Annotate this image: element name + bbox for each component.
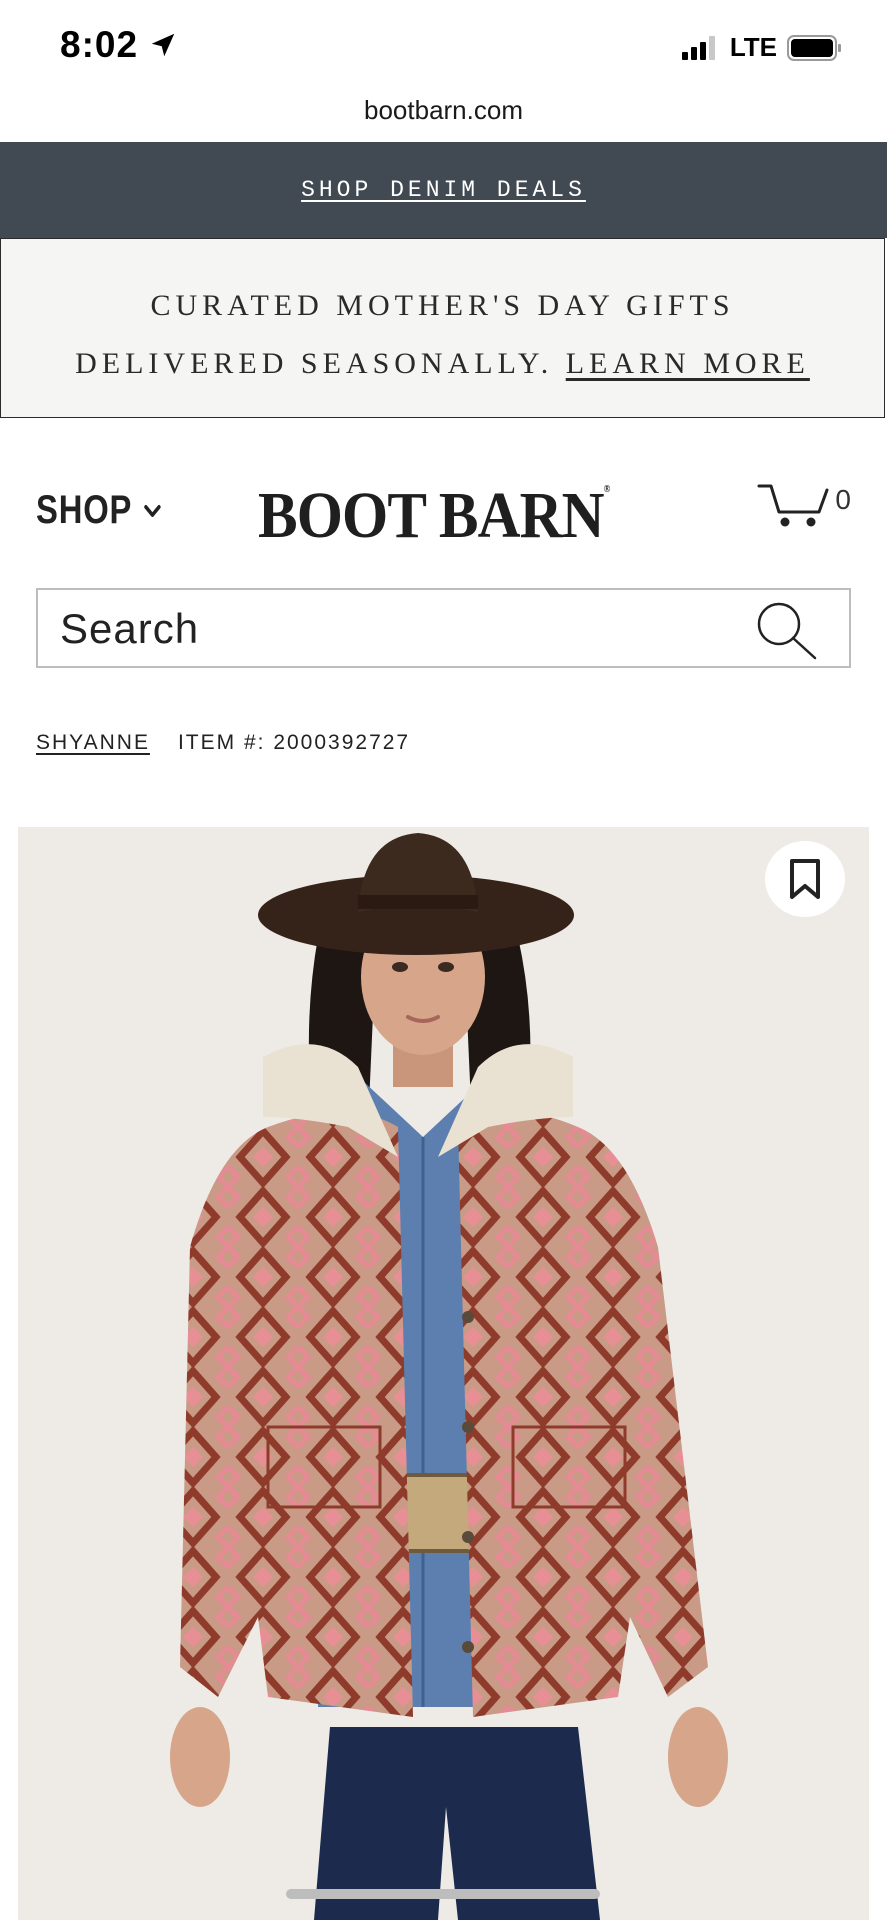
boot-barn-logo[interactable]: BOOT BARN® <box>258 478 611 554</box>
location-arrow-icon <box>151 33 175 57</box>
network-label: LTE <box>729 32 777 62</box>
cart-icon <box>757 484 829 527</box>
brand-link[interactable]: SHYANNE <box>36 731 150 755</box>
promo-message: CURATED MOTHER'S DAY GIFTS DELIVERED SEA… <box>0 238 885 418</box>
product-image[interactable] <box>18 827 869 1920</box>
registered-mark: ® <box>603 484 611 495</box>
status-indicators: LTE <box>681 32 843 63</box>
search-bar <box>36 588 851 668</box>
cart-count: 0 <box>835 484 851 515</box>
promo-message-line2: DELIVERED SEASONALLY. LEARN MORE <box>1 347 884 381</box>
chevron-down-icon <box>144 504 161 517</box>
url-text: bootbarn.com <box>364 95 523 125</box>
shop-denim-deals-link[interactable]: SHOP DENIM DEALS <box>301 177 586 203</box>
site-header: SHOP BOOT BARN® 0 <box>0 418 887 586</box>
shop-menu-button[interactable]: SHOP <box>36 488 162 533</box>
learn-more-link[interactable]: LEARN MORE <box>566 347 810 380</box>
url-bar[interactable]: bootbarn.com <box>0 96 887 142</box>
shop-label: SHOP <box>36 488 133 532</box>
product-photo <box>18 827 869 1920</box>
product-meta: SHYANNE ITEM #: 2000392727 <box>36 731 410 755</box>
item-number: ITEM #: 2000392727 <box>177 731 411 754</box>
promo-message-line1: CURATED MOTHER'S DAY GIFTS <box>150 289 735 322</box>
status-time-text: 8:02 <box>60 24 139 65</box>
status-time: 8:02 <box>60 24 178 66</box>
logo-text: BOOT BARN <box>258 479 605 552</box>
search-icon[interactable] <box>755 600 819 662</box>
promo-message-line2-text: DELIVERED SEASONALLY. <box>75 347 554 380</box>
signal-icon <box>681 35 715 60</box>
save-to-wishlist-button[interactable] <box>765 841 845 917</box>
battery-icon <box>787 34 841 61</box>
cart-button[interactable]: 0 <box>757 480 851 528</box>
home-indicator <box>286 1889 600 1899</box>
promo-banner: SHOP DENIM DEALS <box>0 142 887 238</box>
status-bar: 8:02 LTE <box>0 0 887 96</box>
search-input[interactable] <box>58 600 762 658</box>
bookmark-icon <box>790 859 820 899</box>
